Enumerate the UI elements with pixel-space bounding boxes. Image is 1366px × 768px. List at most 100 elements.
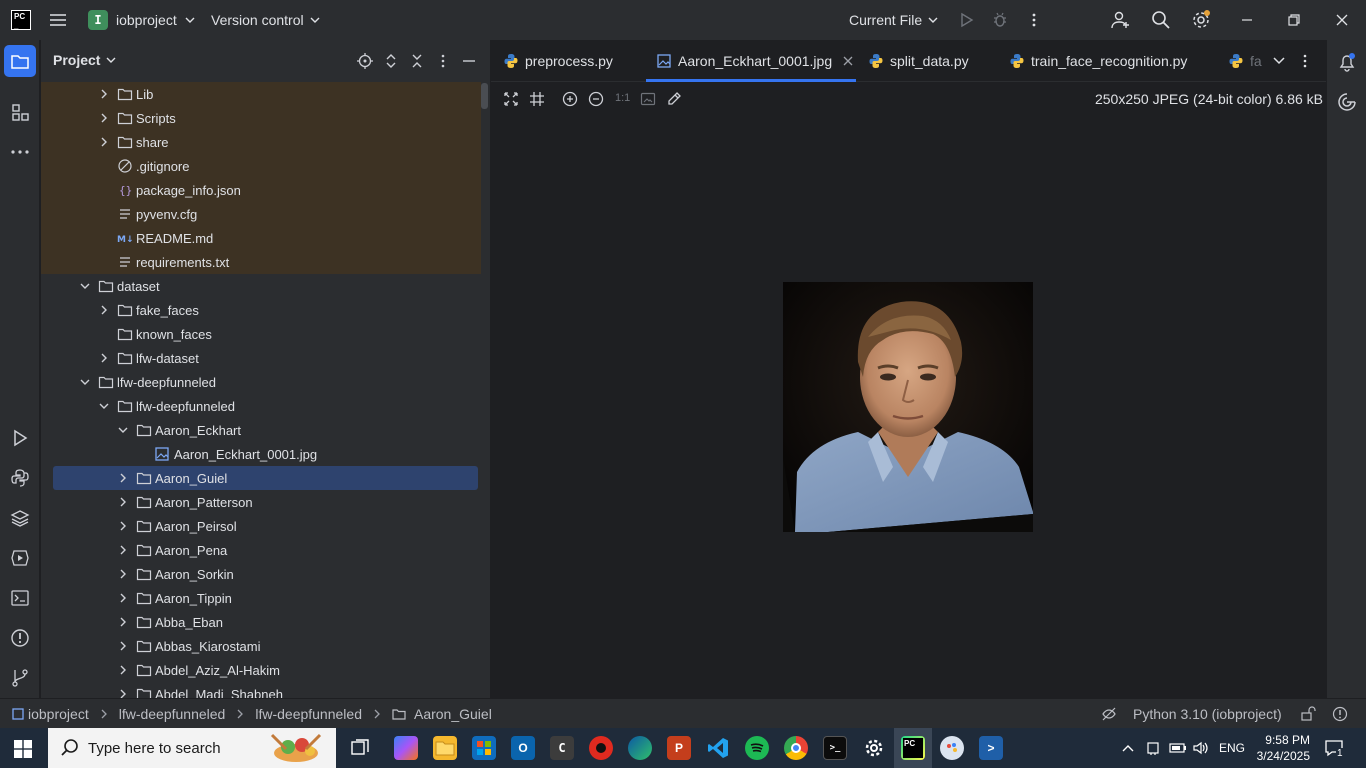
tree-item[interactable]: Aaron_Pena [41, 538, 481, 562]
fit-zoom-icon[interactable] [503, 91, 519, 107]
chevron-right-icon[interactable] [98, 298, 110, 322]
chevron-right-icon[interactable] [117, 586, 129, 610]
terminal-app-icon[interactable]: >_ [823, 736, 847, 760]
run-tool-button[interactable] [4, 422, 36, 454]
tree-item[interactable]: Abbas_Kiarostami [41, 634, 481, 658]
tab-aaron-eckhart-image[interactable]: Aaron_Eckhart_0001.jpg [646, 40, 856, 82]
chevron-right-icon[interactable] [117, 514, 129, 538]
settings-app-icon[interactable] [862, 736, 886, 760]
clion-icon[interactable]: C [550, 736, 574, 760]
microsoft-store-icon[interactable] [472, 736, 496, 760]
breadcrumb-folder[interactable]: lfw-deepfunneled [255, 706, 362, 722]
project-switcher[interactable]: I iobproject [88, 0, 195, 40]
breadcrumb-current[interactable]: Aaron_Guiel [414, 706, 492, 722]
notifications-button[interactable] [1337, 52, 1357, 72]
tab-options-button[interactable] [1297, 53, 1313, 69]
tree-item[interactable]: Aaron_Tippin [41, 586, 481, 610]
project-tool-button[interactable] [4, 45, 36, 77]
breadcrumb-folder[interactable]: lfw-deepfunneled [119, 706, 226, 722]
recorder-icon[interactable] [589, 736, 613, 760]
interpreter-selector[interactable]: Python 3.10 (iobproject) [1133, 699, 1282, 728]
tree-item[interactable]: lfw-deepfunneled [41, 394, 481, 418]
chevron-down-icon[interactable] [98, 394, 110, 418]
tree-item[interactable]: Lib [41, 82, 481, 106]
ai-assistant-button[interactable] [1337, 92, 1357, 112]
tab-truncated[interactable]: fa [1228, 40, 1262, 82]
tab-list-button[interactable] [1272, 55, 1286, 67]
readonly-toggle[interactable] [1300, 699, 1316, 728]
file-explorer-icon[interactable] [433, 736, 457, 760]
task-view-button[interactable] [350, 738, 370, 758]
fit-image-icon[interactable] [640, 91, 656, 107]
problems-indicator[interactable] [1332, 699, 1348, 728]
tree-item[interactable]: requirements.txt [41, 250, 481, 274]
spotify-icon[interactable] [745, 736, 769, 760]
tree-item[interactable]: Aaron_Eckhart_0001.jpg [41, 442, 481, 466]
chevron-right-icon[interactable] [117, 562, 129, 586]
tree-item[interactable]: pyvenv.cfg [41, 202, 481, 226]
no-inspections-indicator[interactable] [1101, 699, 1117, 728]
language-indicator[interactable]: ENG [1219, 728, 1245, 768]
taskbar-search-box[interactable]: Type here to search [48, 728, 336, 768]
network-tray-icon[interactable] [1145, 728, 1161, 768]
version-control-button[interactable] [4, 662, 36, 694]
close-tab-icon[interactable] [843, 56, 853, 66]
tree-item[interactable]: Aaron_Eckhart [41, 418, 481, 442]
hide-panel-button[interactable] [461, 53, 477, 69]
tree-item[interactable]: known_faces [41, 322, 481, 346]
services-button[interactable] [4, 542, 36, 574]
tree-item[interactable]: Aaron_Sorkin [41, 562, 481, 586]
actual-size-button[interactable]: 1:1 [615, 92, 630, 104]
tree-item[interactable]: Aaron_Patterson [41, 490, 481, 514]
run-button[interactable] [958, 0, 974, 40]
more-actions-button[interactable] [1026, 0, 1042, 40]
chevron-right-icon[interactable] [98, 346, 110, 370]
tree-item[interactable]: lfw-deepfunneled [41, 370, 481, 394]
tab-preprocess[interactable]: preprocess.py [503, 40, 613, 82]
volume-tray-icon[interactable] [1192, 728, 1208, 768]
tree-item[interactable]: lfw-dataset [41, 346, 481, 370]
python-packages-button[interactable] [4, 502, 36, 534]
chevron-down-icon[interactable] [79, 274, 91, 298]
chevron-right-icon[interactable] [98, 106, 110, 130]
tree-item[interactable]: Aaron_Peirsol [41, 514, 481, 538]
panel-options-button[interactable] [435, 53, 451, 69]
restore-button[interactable] [1287, 0, 1301, 40]
tab-split-data[interactable]: split_data.py [868, 40, 969, 82]
settings-button[interactable] [1190, 0, 1212, 40]
pycharm-taskbar-icon[interactable]: PC [901, 736, 925, 760]
color-picker-icon[interactable] [666, 91, 682, 107]
chevron-right-icon[interactable] [117, 490, 129, 514]
show-hidden-icons-button[interactable] [1121, 728, 1135, 768]
chevron-right-icon[interactable] [117, 634, 129, 658]
more-tools-button[interactable] [4, 136, 36, 168]
chevron-right-icon[interactable] [117, 538, 129, 562]
code-with-me-button[interactable] [1111, 0, 1131, 40]
tree-scrollbar[interactable] [481, 83, 488, 109]
chevron-right-icon[interactable] [117, 610, 129, 634]
grid-icon[interactable] [529, 91, 545, 107]
search-everywhere-button[interactable] [1151, 0, 1171, 40]
tree-item[interactable]: M↓ README.md [41, 226, 481, 250]
locate-file-button[interactable] [357, 53, 373, 69]
paint-icon[interactable] [940, 736, 964, 760]
terminal-button[interactable] [4, 582, 36, 614]
chevron-right-icon[interactable] [98, 82, 110, 106]
vscode-icon[interactable] [706, 736, 730, 760]
chevron-right-icon[interactable] [98, 130, 110, 154]
tree-item[interactable]: Aaron_Guiel [41, 466, 481, 490]
tree-item[interactable]: Abdel_Aziz_Al-Hakim [41, 658, 481, 682]
tab-train-face-recognition[interactable]: train_face_recognition.py [1009, 40, 1187, 82]
expand-all-button[interactable] [383, 53, 399, 69]
start-button[interactable] [14, 740, 32, 758]
vcs-menu[interactable]: Version control [211, 0, 320, 40]
battery-tray-icon[interactable] [1169, 728, 1187, 768]
notification-center-button[interactable]: 1 [1324, 728, 1344, 768]
zoom-in-icon[interactable] [562, 91, 578, 107]
powerpoint-icon[interactable]: P [667, 736, 691, 760]
chevron-down-icon[interactable] [79, 370, 91, 394]
chrome-icon[interactable] [784, 736, 808, 760]
outlook-icon[interactable]: O [511, 736, 535, 760]
zoom-out-icon[interactable] [588, 91, 604, 107]
chevron-right-icon[interactable] [117, 466, 129, 490]
